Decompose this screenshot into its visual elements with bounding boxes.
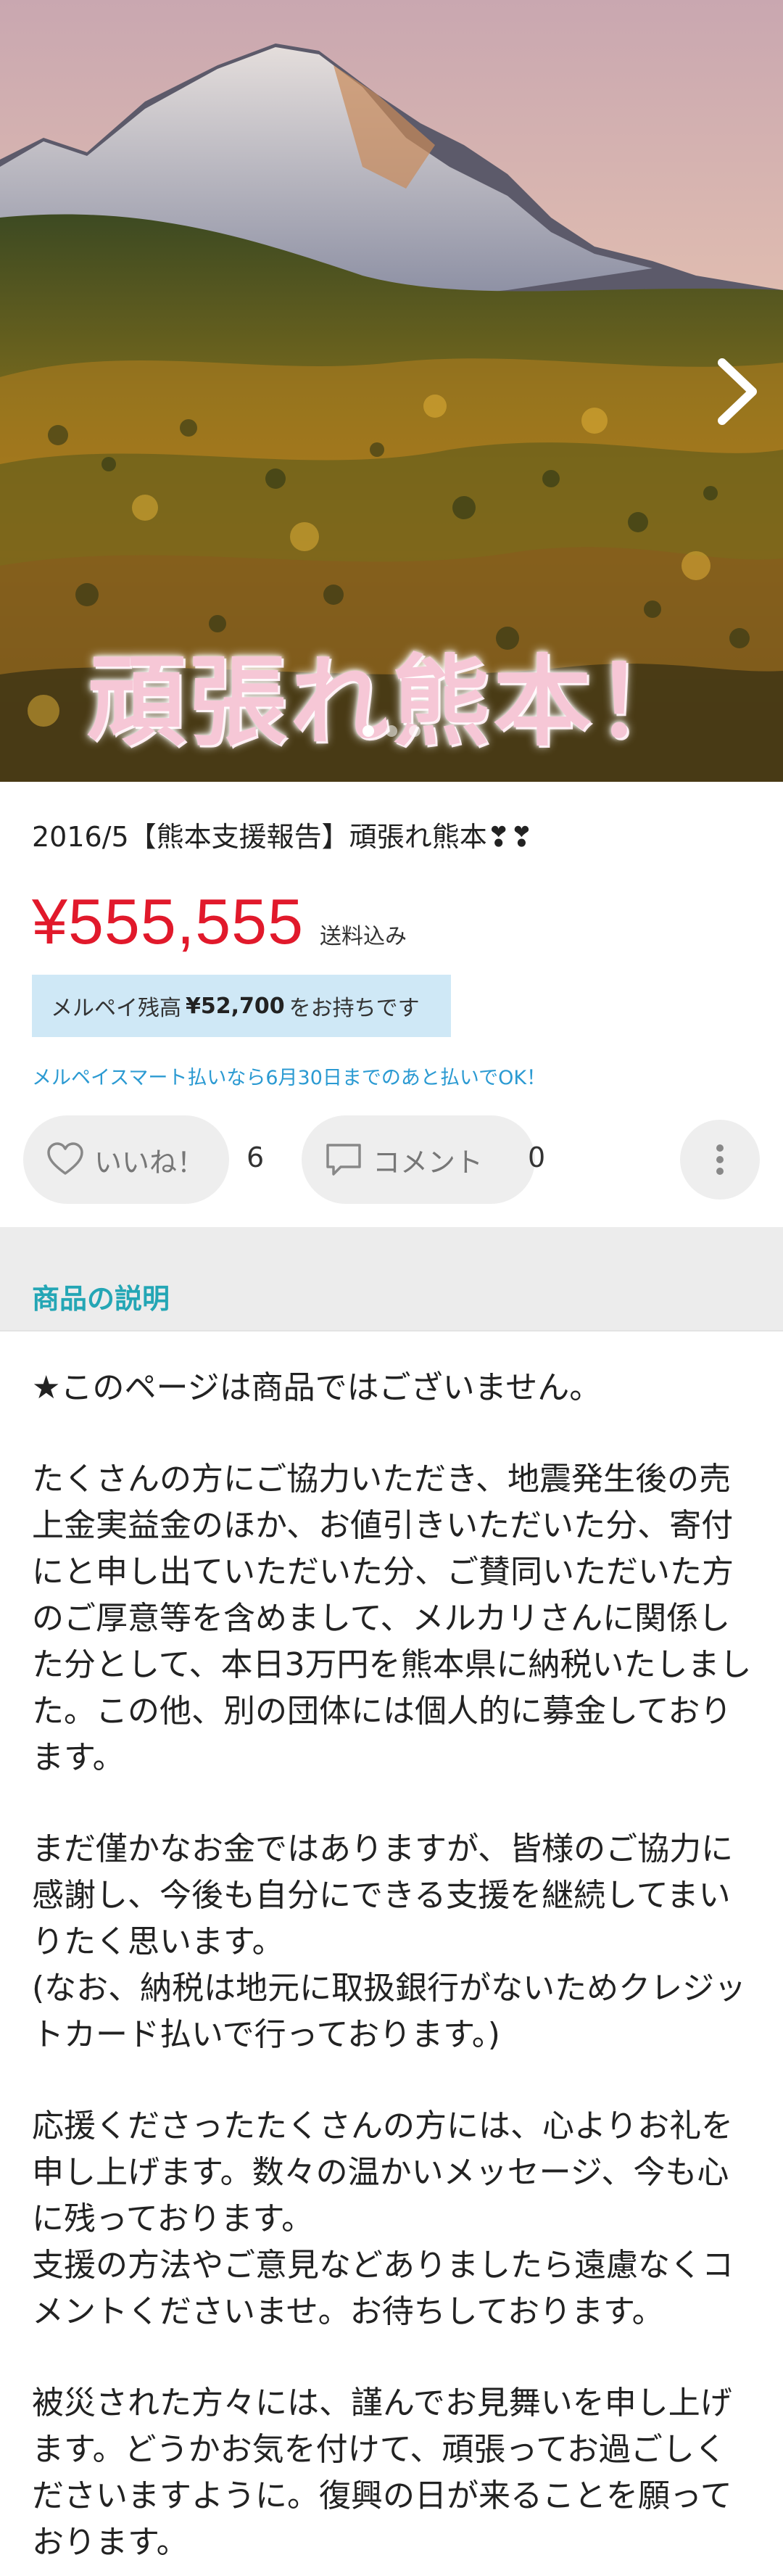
price: ¥555,555 [32, 886, 304, 957]
balance-amount: ¥52,700 [186, 993, 285, 1019]
description-paragraph: まだ僅かなお金ではありますが、皆様のご協力に感謝し、今後も自分にできる支援を継続… [32, 1830, 747, 2053]
like-button[interactable]: いいね！ [23, 1115, 229, 1204]
product-title: 2016/5【熊本支援報告】頑張れ熊本❣❣ [32, 821, 534, 853]
description-paragraph: ★このページは商品ではございません。 [32, 1369, 602, 1406]
product-image-carousel[interactable]: 頑張れ熊本！ [0, 0, 783, 782]
more-options-button[interactable] [680, 1120, 760, 1200]
price-row: ¥555,555 送料込み [32, 885, 407, 959]
description-paragraph: 応援くださったたくさんの方には、心よりお礼を申し上げます。数々の温かいメッセージ… [32, 2108, 734, 2330]
comment-count: 0 [528, 1142, 546, 1173]
smartpay-note[interactable]: メルペイスマート払いなら6月30日までのあと払いでOK！ [32, 1062, 546, 1090]
like-count: 6 [246, 1142, 265, 1173]
like-label: いいね！ [94, 1146, 205, 1178]
heart-icon [47, 1142, 83, 1175]
chevron-right-icon[interactable] [712, 355, 763, 428]
merpay-balance-banner[interactable]: メルペイ残高 ¥52,700 をお持ちです [32, 975, 451, 1037]
carousel-dot [362, 725, 374, 737]
description-heading: 商品の説明 [32, 1283, 170, 1315]
carousel-dot [409, 725, 420, 737]
balance-suffix: をお持ちです [289, 996, 420, 1021]
comment-button[interactable]: コメント [302, 1115, 535, 1204]
comment-icon [326, 1144, 361, 1176]
divider [0, 1330, 783, 1332]
action-row: いいね！ 6 コメント 0 [23, 1115, 760, 1204]
comment-label: コメント [373, 1146, 484, 1178]
image-caption: 頑張れ熊本！ [87, 645, 696, 760]
shipping-label: 送料込み [320, 924, 407, 949]
description-body: ★このページは商品ではございません。 たくさんの方にご協力いただき、地震発生後の… [32, 1365, 757, 2576]
description-paragraph: たくさんの方にご協力いただき、地震発生後の売上金実益金のほか、お値引きいただいた… [32, 1461, 752, 1776]
carousel-indicator [0, 725, 783, 737]
balance-prefix: メルペイ残高 [51, 996, 181, 1021]
carousel-dot [386, 725, 397, 737]
more-vertical-icon [716, 1144, 724, 1175]
description-paragraph: 被災された方々には、謹んでお見舞いを申し上げます。どうかお気を付けて、頑張ってお… [32, 2385, 732, 2561]
